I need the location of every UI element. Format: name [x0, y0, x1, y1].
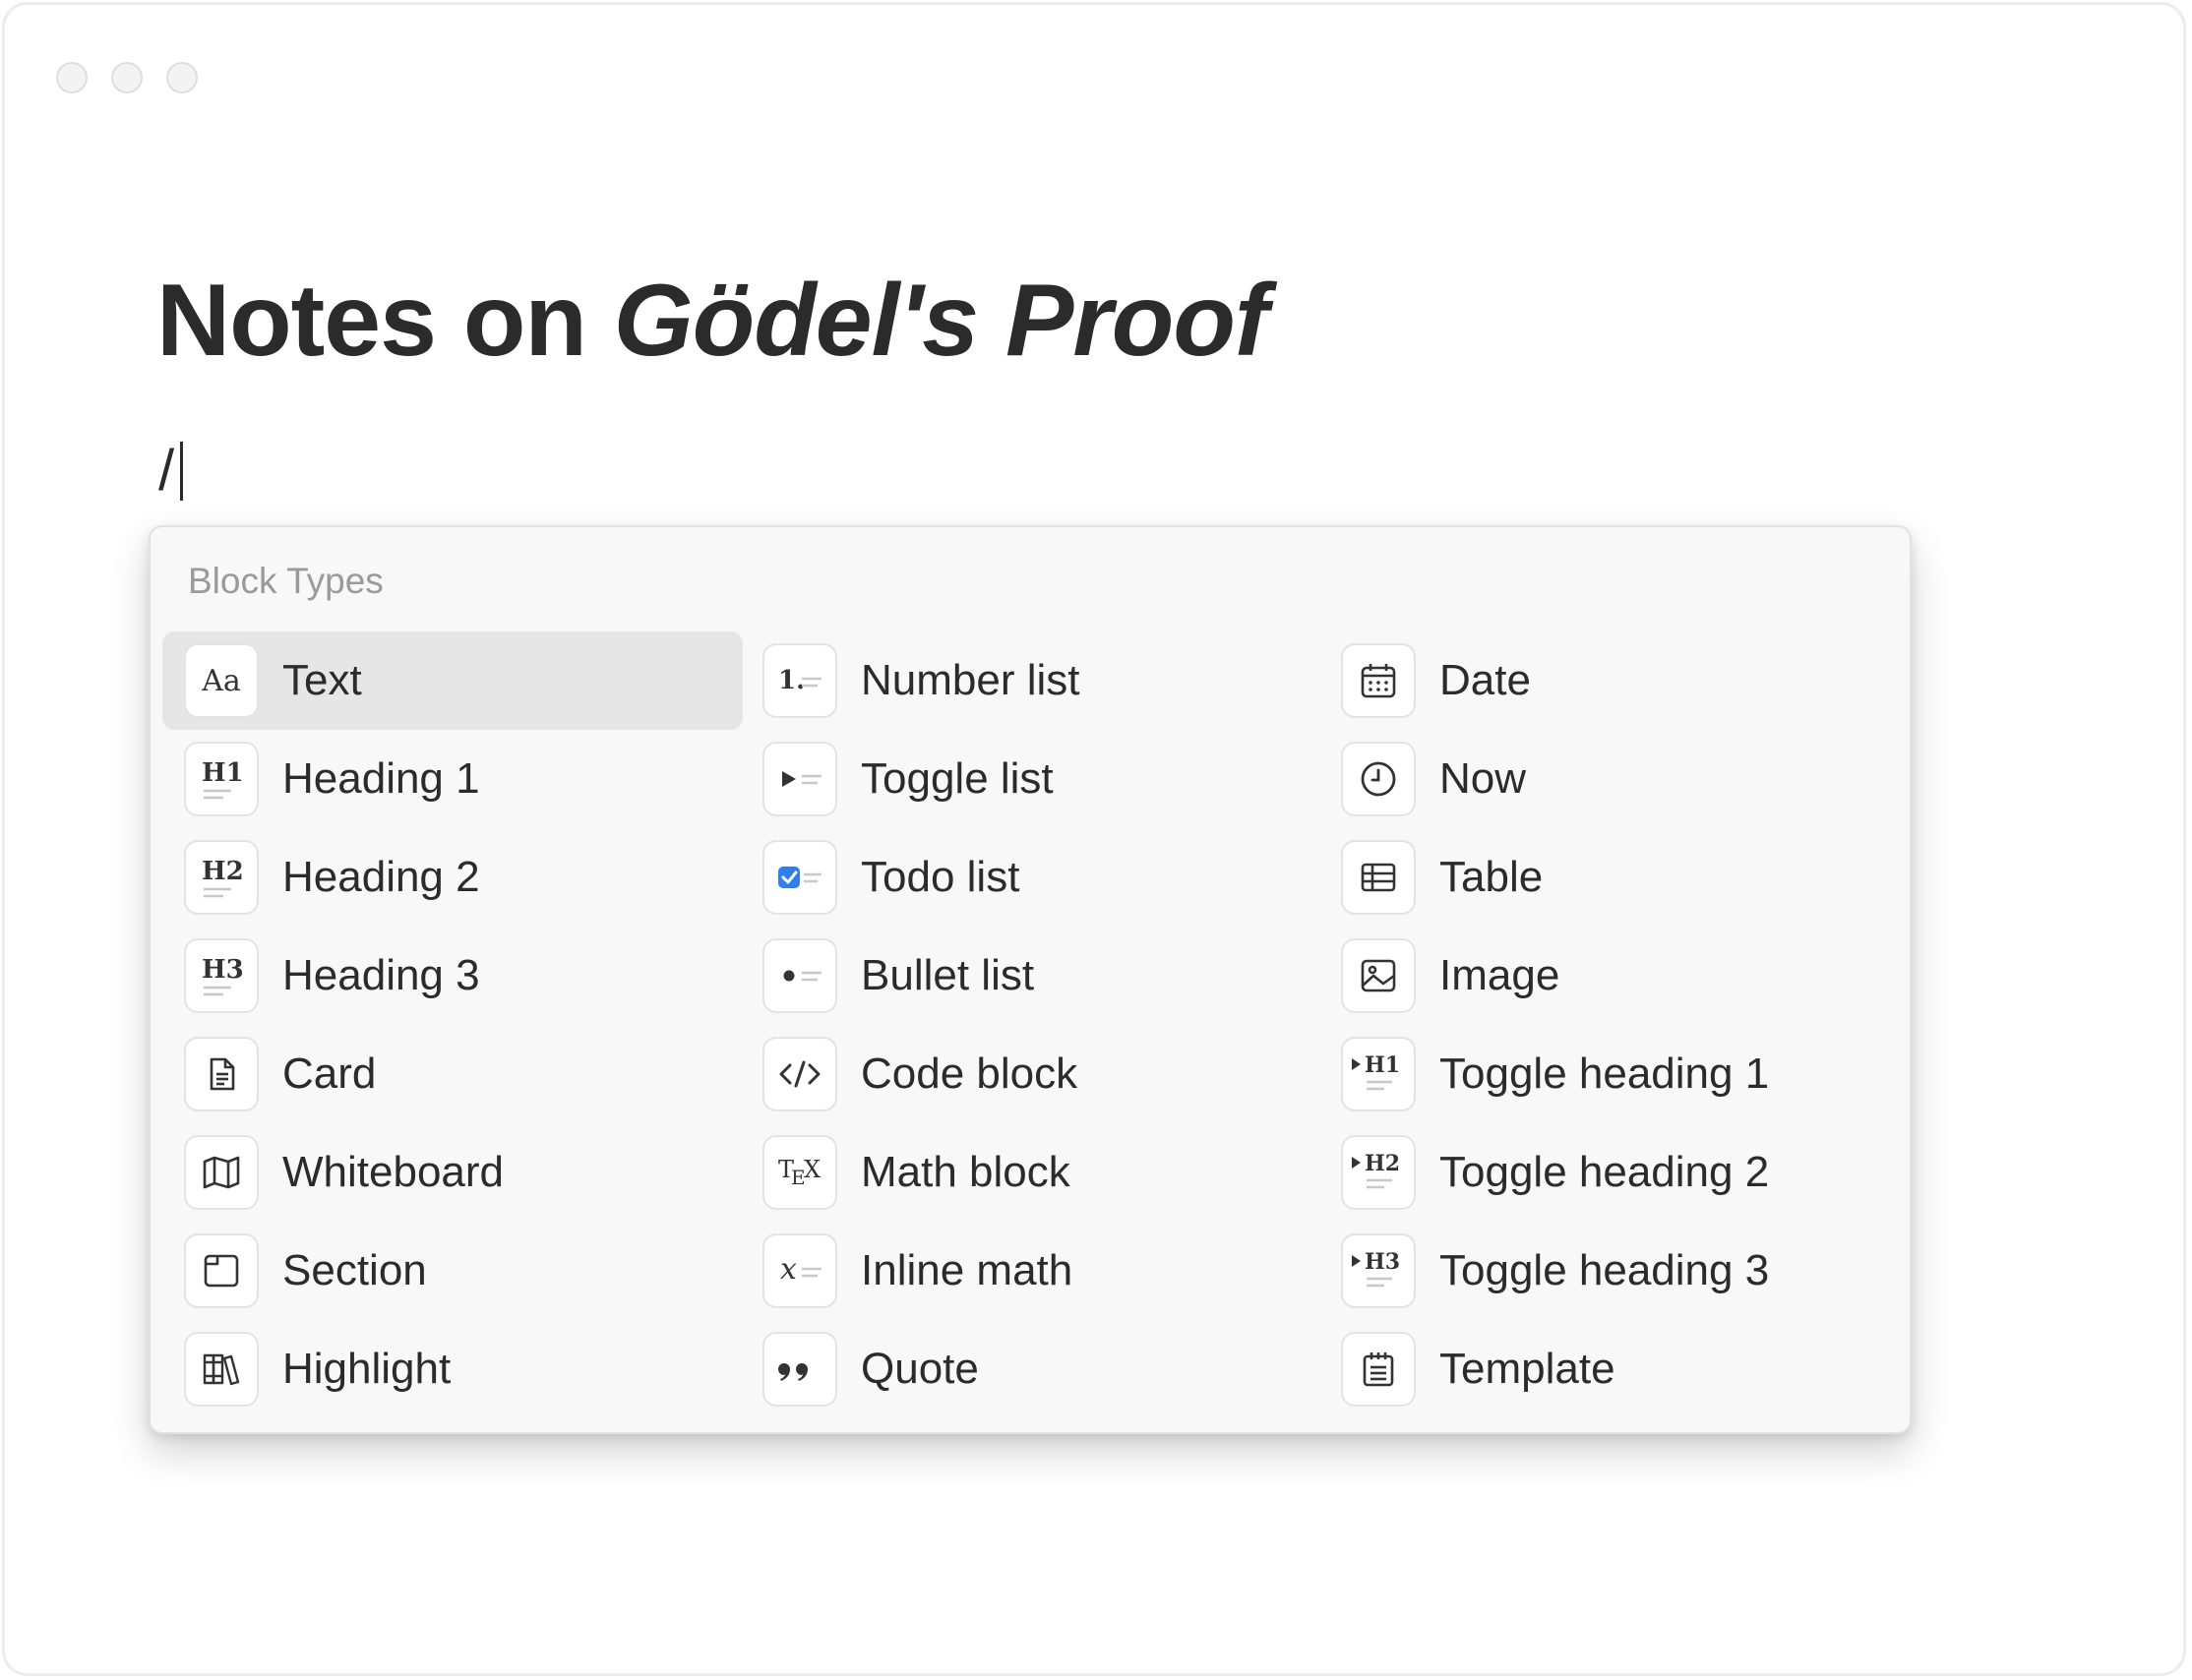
menu-item-now[interactable]: Now [1319, 730, 1900, 828]
maximize-window-button[interactable] [166, 62, 198, 93]
menu-item-label: Toggle heading 1 [1439, 1050, 1770, 1098]
heading-1-icon: H1 [184, 742, 259, 816]
svg-text:H1: H1 [1365, 1052, 1400, 1078]
menu-item-text[interactable]: Aa Text [162, 631, 743, 730]
svg-text:H1: H1 [202, 758, 244, 788]
menu-item-heading-2[interactable]: H2 Heading 2 [162, 828, 743, 927]
table-icon [1341, 840, 1416, 915]
menu-item-image[interactable]: Image [1319, 927, 1900, 1025]
menu-item-heading-3[interactable]: H3 Heading 3 [162, 927, 743, 1025]
bullet-list-icon [762, 938, 837, 1013]
menu-item-section[interactable]: Section [162, 1222, 743, 1320]
svg-text:H3: H3 [1365, 1249, 1400, 1275]
heading-2-icon: H2 [184, 840, 259, 915]
calendar-icon [1341, 643, 1416, 718]
menu-item-label: Number list [861, 656, 1080, 704]
code-icon [762, 1037, 837, 1111]
tex-icon: TEX [762, 1135, 837, 1210]
menu-item-math-block[interactable]: TEX Math block [741, 1123, 1321, 1222]
menu-item-label: Highlight [282, 1345, 452, 1393]
svg-text:H2: H2 [202, 857, 244, 886]
menu-item-label: Math block [861, 1148, 1070, 1196]
toggle-heading-1-icon: H1 [1341, 1037, 1416, 1111]
number-list-icon: 1. [762, 643, 837, 718]
menu-item-quote[interactable]: Quote [741, 1320, 1321, 1418]
menu-item-label: Template [1439, 1345, 1615, 1393]
template-icon [1341, 1332, 1416, 1407]
page-title[interactable]: Notes on Gödel's Proof [156, 263, 1269, 381]
svg-text:X: X [804, 1156, 821, 1183]
menu-item-label: Todo list [861, 853, 1020, 901]
toggle-heading-3-icon: H3 [1341, 1233, 1416, 1308]
menu-item-whiteboard[interactable]: Whiteboard [162, 1123, 743, 1222]
menu-item-label: Bullet list [861, 951, 1035, 999]
menu-item-label: Quote [861, 1345, 979, 1393]
menu-heading: Block Types [188, 561, 384, 601]
text-icon: Aa [184, 643, 259, 718]
menu-item-todo-list[interactable]: Todo list [741, 828, 1321, 927]
menu-item-label: Whiteboard [282, 1148, 505, 1196]
menu-item-label: Code block [861, 1050, 1078, 1098]
books-icon [184, 1332, 259, 1407]
menu-item-table[interactable]: Table [1319, 828, 1900, 927]
menu-item-label: Text [282, 656, 362, 704]
heading-3-icon: H3 [184, 938, 259, 1013]
menu-item-toggle-list[interactable]: Toggle list [741, 730, 1321, 828]
toggle-list-icon [762, 742, 837, 816]
menu-item-label: Toggle heading 3 [1439, 1246, 1770, 1294]
quote-icon [762, 1332, 837, 1407]
menu-item-label: Card [282, 1050, 377, 1098]
image-icon [1341, 938, 1416, 1013]
menu-item-highlight[interactable]: Highlight [162, 1320, 743, 1418]
menu-item-label: Section [282, 1246, 427, 1294]
page-title-plain: Notes on [156, 264, 614, 378]
svg-text:Aa: Aa [201, 664, 241, 698]
slash-command-text: / [158, 439, 175, 503]
svg-text:H3: H3 [202, 955, 244, 985]
menu-item-card[interactable]: Card [162, 1025, 743, 1123]
menu-item-template[interactable]: Template [1319, 1320, 1900, 1418]
menu-item-toggle-heading-2[interactable]: H2 Toggle heading 2 [1319, 1123, 1900, 1222]
document-icon [184, 1037, 259, 1111]
editor-input-line[interactable]: / [158, 439, 184, 503]
menu-item-toggle-heading-1[interactable]: H1 Toggle heading 1 [1319, 1025, 1900, 1123]
menu-item-label: Table [1439, 853, 1544, 901]
todo-list-icon [762, 840, 837, 915]
menu-item-label: Heading 1 [282, 754, 480, 803]
menu-column-2: 1. Number list Toggle list Todo list Bul… [741, 631, 1321, 1418]
menu-item-label: Inline math [861, 1246, 1073, 1294]
text-caret [180, 442, 184, 501]
menu-item-inline-math[interactable]: x Inline math [741, 1222, 1321, 1320]
menu-item-label: Toggle heading 2 [1439, 1148, 1770, 1196]
inline-math-icon: x [762, 1233, 837, 1308]
menu-item-toggle-heading-3[interactable]: H3 Toggle heading 3 [1319, 1222, 1900, 1320]
menu-item-label: Image [1439, 951, 1560, 999]
clock-icon [1341, 742, 1416, 816]
svg-text:x: x [780, 1252, 797, 1287]
menu-item-heading-1[interactable]: H1 Heading 1 [162, 730, 743, 828]
map-icon [184, 1135, 259, 1210]
menu-item-label: Heading 2 [282, 853, 480, 901]
menu-item-code-block[interactable]: Code block [741, 1025, 1321, 1123]
close-window-button[interactable] [56, 62, 88, 93]
menu-item-label: Heading 3 [282, 951, 480, 999]
menu-item-label: Now [1439, 754, 1527, 803]
svg-text:H2: H2 [1365, 1151, 1400, 1176]
menu-column-3: Date Now Table Image H1 Toggle heading 1 [1319, 631, 1900, 1418]
menu-item-number-list[interactable]: 1. Number list [741, 631, 1321, 730]
menu-item-label: Toggle list [861, 754, 1054, 803]
minimize-window-button[interactable] [111, 62, 143, 93]
menu-item-bullet-list[interactable]: Bullet list [741, 927, 1321, 1025]
block-types-menu: Block Types Aa Text H1 Heading 1 H2 Head… [149, 525, 1912, 1434]
toggle-heading-2-icon: H2 [1341, 1135, 1416, 1210]
menu-column-1: Aa Text H1 Heading 1 H2 Heading 2 H3 Hea… [162, 631, 743, 1418]
window-controls [56, 62, 198, 93]
page-title-italic: Gödel's Proof [613, 264, 1269, 378]
menu-item-date[interactable]: Date [1319, 631, 1900, 730]
svg-text:1.: 1. [778, 666, 805, 695]
menu-item-label: Date [1439, 656, 1531, 704]
section-icon [184, 1233, 259, 1308]
